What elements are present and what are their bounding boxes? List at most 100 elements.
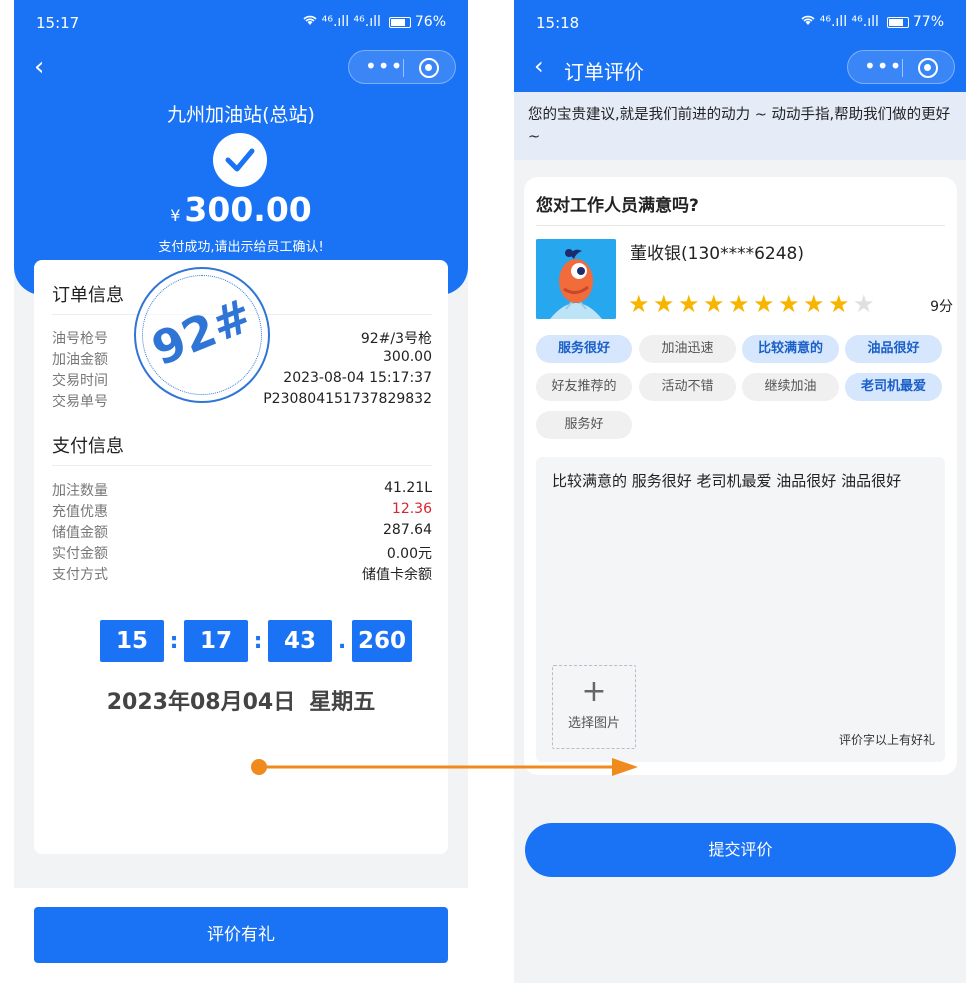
- flow-arrow-icon: [251, 758, 638, 776]
- row-label: 油号枪号: [52, 331, 108, 347]
- tag-option[interactable]: 服务好: [536, 411, 632, 439]
- paid-amount: ¥300.00: [14, 190, 468, 229]
- more-icon[interactable]: •••: [365, 54, 403, 78]
- signal-icon: ⁴⁶.ıll ⁴⁶.ıll: [819, 14, 879, 30]
- back-button[interactable]: ‹: [534, 52, 544, 80]
- star-icon[interactable]: ★: [628, 291, 653, 317]
- status-icons: ⁴⁶.ıll ⁴⁶.ıll 76%: [302, 14, 446, 30]
- stamp-text: 92#: [144, 287, 260, 377]
- capsule-divider: [403, 59, 404, 77]
- row-label: 加油金额: [52, 352, 108, 368]
- tag-option[interactable]: 好友推荐的: [536, 373, 632, 401]
- row-label: 交易单号: [52, 394, 108, 410]
- miniapp-capsule: •••: [847, 50, 955, 84]
- close-target-icon[interactable]: [419, 58, 439, 78]
- amount-value: 300.00: [184, 190, 312, 229]
- fuel-grade-stamp: 92#: [134, 267, 270, 403]
- divider: [52, 465, 432, 466]
- live-clock: 15 : 17 : 43 . 260: [100, 620, 412, 662]
- tag-option[interactable]: 加油迅速: [639, 335, 736, 363]
- back-button[interactable]: ‹: [34, 52, 44, 82]
- info-row: 储值金额 287.64: [52, 522, 432, 542]
- tag-option[interactable]: 服务很好: [536, 335, 632, 363]
- row-value: 300.00: [383, 349, 432, 365]
- date-weekday: 星期五: [309, 690, 376, 715]
- row-value: 0.00元: [386, 546, 432, 562]
- info-row: 充值优惠 12.36: [52, 501, 432, 521]
- star-icon[interactable]: ★: [703, 291, 728, 317]
- row-value: P230804151737829832: [263, 391, 432, 407]
- payment-success-message: 支付成功,请出示给员工确认!: [158, 240, 324, 255]
- clock-hours: 15: [100, 620, 164, 662]
- battery-level: 77%: [912, 14, 944, 30]
- row-value: 2023-08-04 15:17:37: [283, 370, 432, 386]
- more-icon[interactable]: •••: [864, 54, 902, 78]
- page-title: 订单评价: [564, 60, 644, 84]
- upload-image-button[interactable]: + 选择图片: [552, 665, 636, 749]
- upload-label: 选择图片: [567, 716, 620, 731]
- row-label: 储值金额: [52, 525, 108, 541]
- star-icon[interactable]: ★: [678, 291, 703, 317]
- status-time: 15:18: [536, 14, 580, 32]
- clock-milliseconds: 260: [352, 620, 412, 662]
- staff-avatar: [536, 239, 616, 319]
- review-reward-button[interactable]: 评价有礼: [34, 907, 448, 963]
- status-time: 15:17: [36, 14, 80, 32]
- status-bar: 15:18 ⁴⁶.ıll ⁴⁶.ıll 77%: [514, 0, 966, 40]
- currency-symbol: ¥: [170, 206, 181, 225]
- signal-icon: ⁴⁶.ıll ⁴⁶.ıll: [321, 14, 381, 30]
- comment-textarea[interactable]: 比较满意的 服务很好 老司机最爱 油品很好 油品很好 + 选择图片 评价字以上有…: [536, 457, 945, 762]
- notice-banner: 您的宝贵建议,就是我们前进的动力 ~ 动动手指,帮助我们做的更好~: [514, 92, 966, 160]
- question-title: 您对工作人员满意吗?: [536, 196, 699, 216]
- submit-review-button[interactable]: 提交评价: [525, 823, 956, 877]
- close-target-icon[interactable]: [918, 58, 938, 78]
- wifi-icon: [302, 14, 318, 30]
- row-value: 12.36: [391, 501, 432, 517]
- payment-info-title: 支付信息: [52, 436, 124, 457]
- review-card: 您对工作人员满意吗? 董收银(130****6248) ★ ★ ★ ★ ★ ★ ★ ★ ★ ★ 9…: [524, 177, 957, 775]
- tag-option[interactable]: 继续加油: [742, 373, 839, 401]
- info-row: 加注数量 41.21L: [52, 480, 432, 500]
- miniapp-capsule: •••: [348, 50, 456, 84]
- row-value: 287.64: [383, 522, 432, 538]
- wifi-icon: [800, 14, 816, 30]
- row-label: 实付金额: [52, 546, 108, 562]
- star-icon[interactable]: ★: [753, 291, 778, 317]
- staff-name: 董收银(130****6248): [630, 244, 804, 264]
- star-icon[interactable]: ★: [778, 291, 803, 317]
- clock-minutes: 17: [184, 620, 248, 662]
- tag-option[interactable]: 油品很好: [845, 335, 942, 363]
- battery-icon: [886, 16, 909, 28]
- clock-separator: :: [169, 628, 179, 654]
- star-icon[interactable]: ★: [803, 291, 828, 317]
- clock-seconds: 43: [268, 620, 332, 662]
- station-name: 九州加油站(总站): [167, 104, 315, 126]
- battery-icon: [388, 16, 411, 28]
- comment-text: 比较满意的 服务很好 老司机最爱 油品很好 油品很好: [552, 472, 902, 490]
- info-row: 交易单号 P230804151737829832: [52, 391, 432, 411]
- tag-option[interactable]: 老司机最爱: [845, 373, 942, 401]
- status-bar: 15:17 ⁴⁶.ıll ⁴⁶.ıll 76%: [14, 0, 468, 40]
- star-icon[interactable]: ★: [828, 291, 853, 317]
- row-label: 加注数量: [52, 483, 108, 499]
- payment-result-screen: 15:17 ⁴⁶.ıll ⁴⁶.ıll 76% ‹ ••• 九州加油站(总站) …: [14, 0, 468, 983]
- order-info-title: 订单信息: [52, 285, 124, 306]
- order-review-screen: 15:18 ⁴⁶.ıll ⁴⁶.ıll 77% ‹ 订单评价 ••• 您的宝贵建…: [514, 0, 966, 983]
- rating-stars[interactable]: ★ ★ ★ ★ ★ ★ ★ ★ ★ ★: [628, 291, 878, 317]
- star-icon[interactable]: ★: [653, 291, 678, 317]
- tag-option[interactable]: 活动不错: [639, 373, 736, 401]
- clock-separator: :: [253, 628, 263, 654]
- info-row: 支付方式 储值卡余额: [52, 564, 432, 584]
- info-row: 实付金额 0.00元: [52, 543, 432, 563]
- clock-separator: .: [337, 628, 347, 654]
- tag-option[interactable]: 比较满意的: [742, 335, 839, 363]
- footer-bar: 评价有礼: [14, 888, 468, 983]
- date-day: 2023年08月04日: [106, 690, 296, 715]
- row-label: 充值优惠: [52, 504, 108, 520]
- star-icon[interactable]: ★: [728, 291, 753, 317]
- star-icon[interactable]: ★: [853, 291, 878, 317]
- capsule-divider: [902, 59, 903, 77]
- row-label: 交易时间: [52, 373, 108, 389]
- current-date: 2023年08月04日 星期五: [14, 684, 468, 716]
- row-value: 92#/3号枪: [360, 331, 432, 347]
